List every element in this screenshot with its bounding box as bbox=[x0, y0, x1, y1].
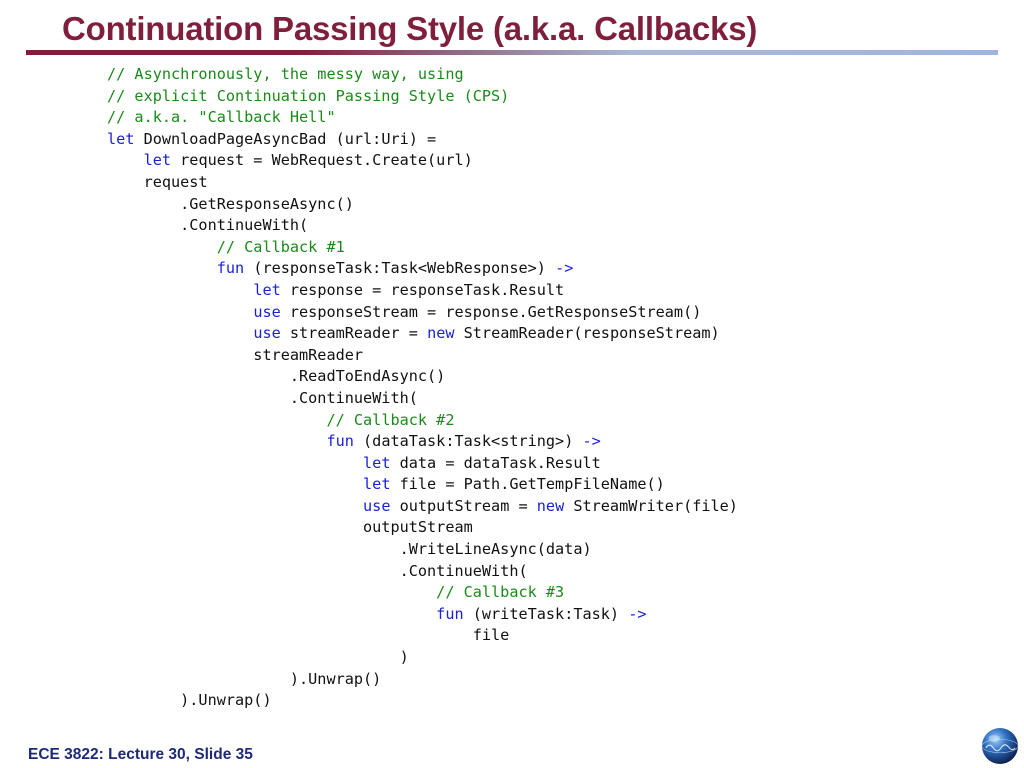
code-token-plain: (dataTask:Task<string>) bbox=[353, 432, 583, 451]
code-line: use streamReader = new StreamReader(resp… bbox=[107, 323, 738, 345]
code-line: fun (responseTask:Task<WebResponse>) -> bbox=[107, 258, 738, 280]
code-line: streamReader bbox=[107, 345, 738, 367]
code-token-comment: // a.k.a. "Callback Hell" bbox=[107, 108, 336, 127]
code-token-keyword: use bbox=[253, 302, 281, 321]
code-token-keyword: let bbox=[107, 129, 135, 148]
code-token-plain: DownloadPageAsyncBad (url:Uri) = bbox=[134, 129, 437, 148]
code-token-plain: .ContinueWith( bbox=[107, 216, 309, 235]
code-token-comment: // Callback #1 bbox=[216, 237, 345, 256]
code-token-plain: request bbox=[107, 172, 208, 191]
code-token-plain: .ContinueWith( bbox=[107, 561, 528, 580]
code-line: outputStream bbox=[107, 517, 738, 539]
code-token-plain: file = Path.GetTempFileName() bbox=[390, 475, 665, 494]
code-line: let request = WebRequest.Create(url) bbox=[107, 150, 738, 172]
code-line: .ContinueWith( bbox=[107, 388, 738, 410]
code-line: // Callback #2 bbox=[107, 410, 738, 432]
code-token-keyword: use bbox=[363, 496, 391, 515]
code-line: // Asynchronously, the messy way, using bbox=[107, 64, 738, 86]
code-token-keyword: new bbox=[427, 324, 455, 343]
code-line: .WriteLineAsync(data) bbox=[107, 539, 738, 561]
title-underline bbox=[26, 50, 998, 55]
code-token-comment: // explicit Continuation Passing Style (… bbox=[107, 86, 510, 105]
code-token-plain: responseStream = response.GetResponseStr… bbox=[280, 302, 702, 321]
code-token-plain: (responseTask:Task<WebResponse>) bbox=[244, 259, 556, 278]
code-token-keyword: fun bbox=[216, 259, 245, 278]
code-line: use responseStream = response.GetRespons… bbox=[107, 302, 738, 324]
code-token-plain: data = dataTask.Result bbox=[390, 453, 601, 472]
code-line: let file = Path.GetTempFileName() bbox=[107, 474, 738, 496]
code-line: // a.k.a. "Callback Hell" bbox=[107, 107, 738, 129]
code-line: let DownloadPageAsyncBad (url:Uri) = bbox=[107, 129, 738, 151]
code-token-plain: .ContinueWith( bbox=[107, 388, 418, 407]
code-token-plain: response = responseTask.Result bbox=[280, 280, 565, 299]
code-line: // Callback #3 bbox=[107, 582, 738, 604]
code-token-keyword: let bbox=[143, 151, 172, 170]
code-token-plain: ) bbox=[107, 648, 409, 667]
code-line: // explicit Continuation Passing Style (… bbox=[107, 86, 738, 108]
code-token-keyword: -> bbox=[582, 432, 601, 451]
code-token-plain: file bbox=[107, 626, 510, 645]
code-line: .ReadToEndAsync() bbox=[107, 366, 738, 388]
slide-footer: ECE 3822: Lecture 30, Slide 35 bbox=[28, 746, 253, 763]
code-line: .GetResponseAsync() bbox=[107, 194, 738, 216]
code-listing: // Asynchronously, the messy way, using /… bbox=[107, 64, 738, 712]
code-token-keyword: new bbox=[536, 496, 565, 515]
code-token-keyword: fun bbox=[436, 604, 464, 623]
code-token-plain: ).Unwrap() bbox=[107, 691, 272, 710]
code-token-keyword: let bbox=[363, 453, 391, 472]
code-token-comment: // Asynchronously, the messy way, using bbox=[107, 65, 464, 83]
code-token-keyword: -> bbox=[555, 259, 574, 278]
code-token-plain: StreamWriter(file) bbox=[564, 496, 738, 515]
slide-title: Continuation Passing Style (a.k.a. Callb… bbox=[62, 10, 758, 47]
slide: Continuation Passing Style (a.k.a. Callb… bbox=[0, 0, 1024, 768]
code-token-keyword: -> bbox=[628, 604, 647, 623]
code-line: ).Unwrap() bbox=[107, 690, 738, 712]
code-line: fun (writeTask:Task) -> bbox=[107, 604, 738, 626]
code-token-keyword: let bbox=[253, 280, 281, 299]
code-line: request bbox=[107, 172, 738, 194]
code-line: use outputStream = new StreamWriter(file… bbox=[107, 496, 738, 518]
code-line: ) bbox=[107, 647, 738, 669]
code-line: ).Unwrap() bbox=[107, 669, 738, 691]
code-token-keyword: use bbox=[253, 324, 281, 343]
code-token-plain: (writeTask:Task) bbox=[463, 604, 629, 623]
code-line: let response = responseTask.Result bbox=[107, 280, 738, 302]
code-line: // Callback #1 bbox=[107, 237, 738, 259]
code-token-plain: .ReadToEndAsync() bbox=[107, 367, 446, 386]
code-line: let data = dataTask.Result bbox=[107, 453, 738, 475]
code-token-comment: // Callback #3 bbox=[436, 583, 565, 602]
code-token-plain: outputStream = bbox=[390, 496, 537, 515]
code-token-plain: StreamReader(responseStream) bbox=[454, 324, 720, 343]
code-line: file bbox=[107, 625, 738, 647]
code-token-comment: // Callback #2 bbox=[326, 410, 455, 429]
code-token-keyword: let bbox=[363, 475, 391, 494]
code-token-plain: ).Unwrap() bbox=[107, 669, 382, 688]
code-token-plain: streamReader = bbox=[280, 324, 428, 343]
code-token-plain: streamReader bbox=[107, 345, 364, 364]
code-line: fun (dataTask:Task<string>) -> bbox=[107, 431, 738, 453]
code-token-plain: request = WebRequest.Create(url) bbox=[171, 151, 473, 170]
code-token-plain: .GetResponseAsync() bbox=[107, 194, 354, 213]
code-line: .ContinueWith( bbox=[107, 215, 738, 237]
code-line: .ContinueWith( bbox=[107, 561, 738, 583]
globe-logo-icon bbox=[981, 727, 1019, 765]
code-token-plain: .WriteLineAsync(data) bbox=[107, 540, 592, 559]
code-token-plain: outputStream bbox=[107, 518, 473, 537]
code-token-keyword: fun bbox=[326, 432, 354, 451]
